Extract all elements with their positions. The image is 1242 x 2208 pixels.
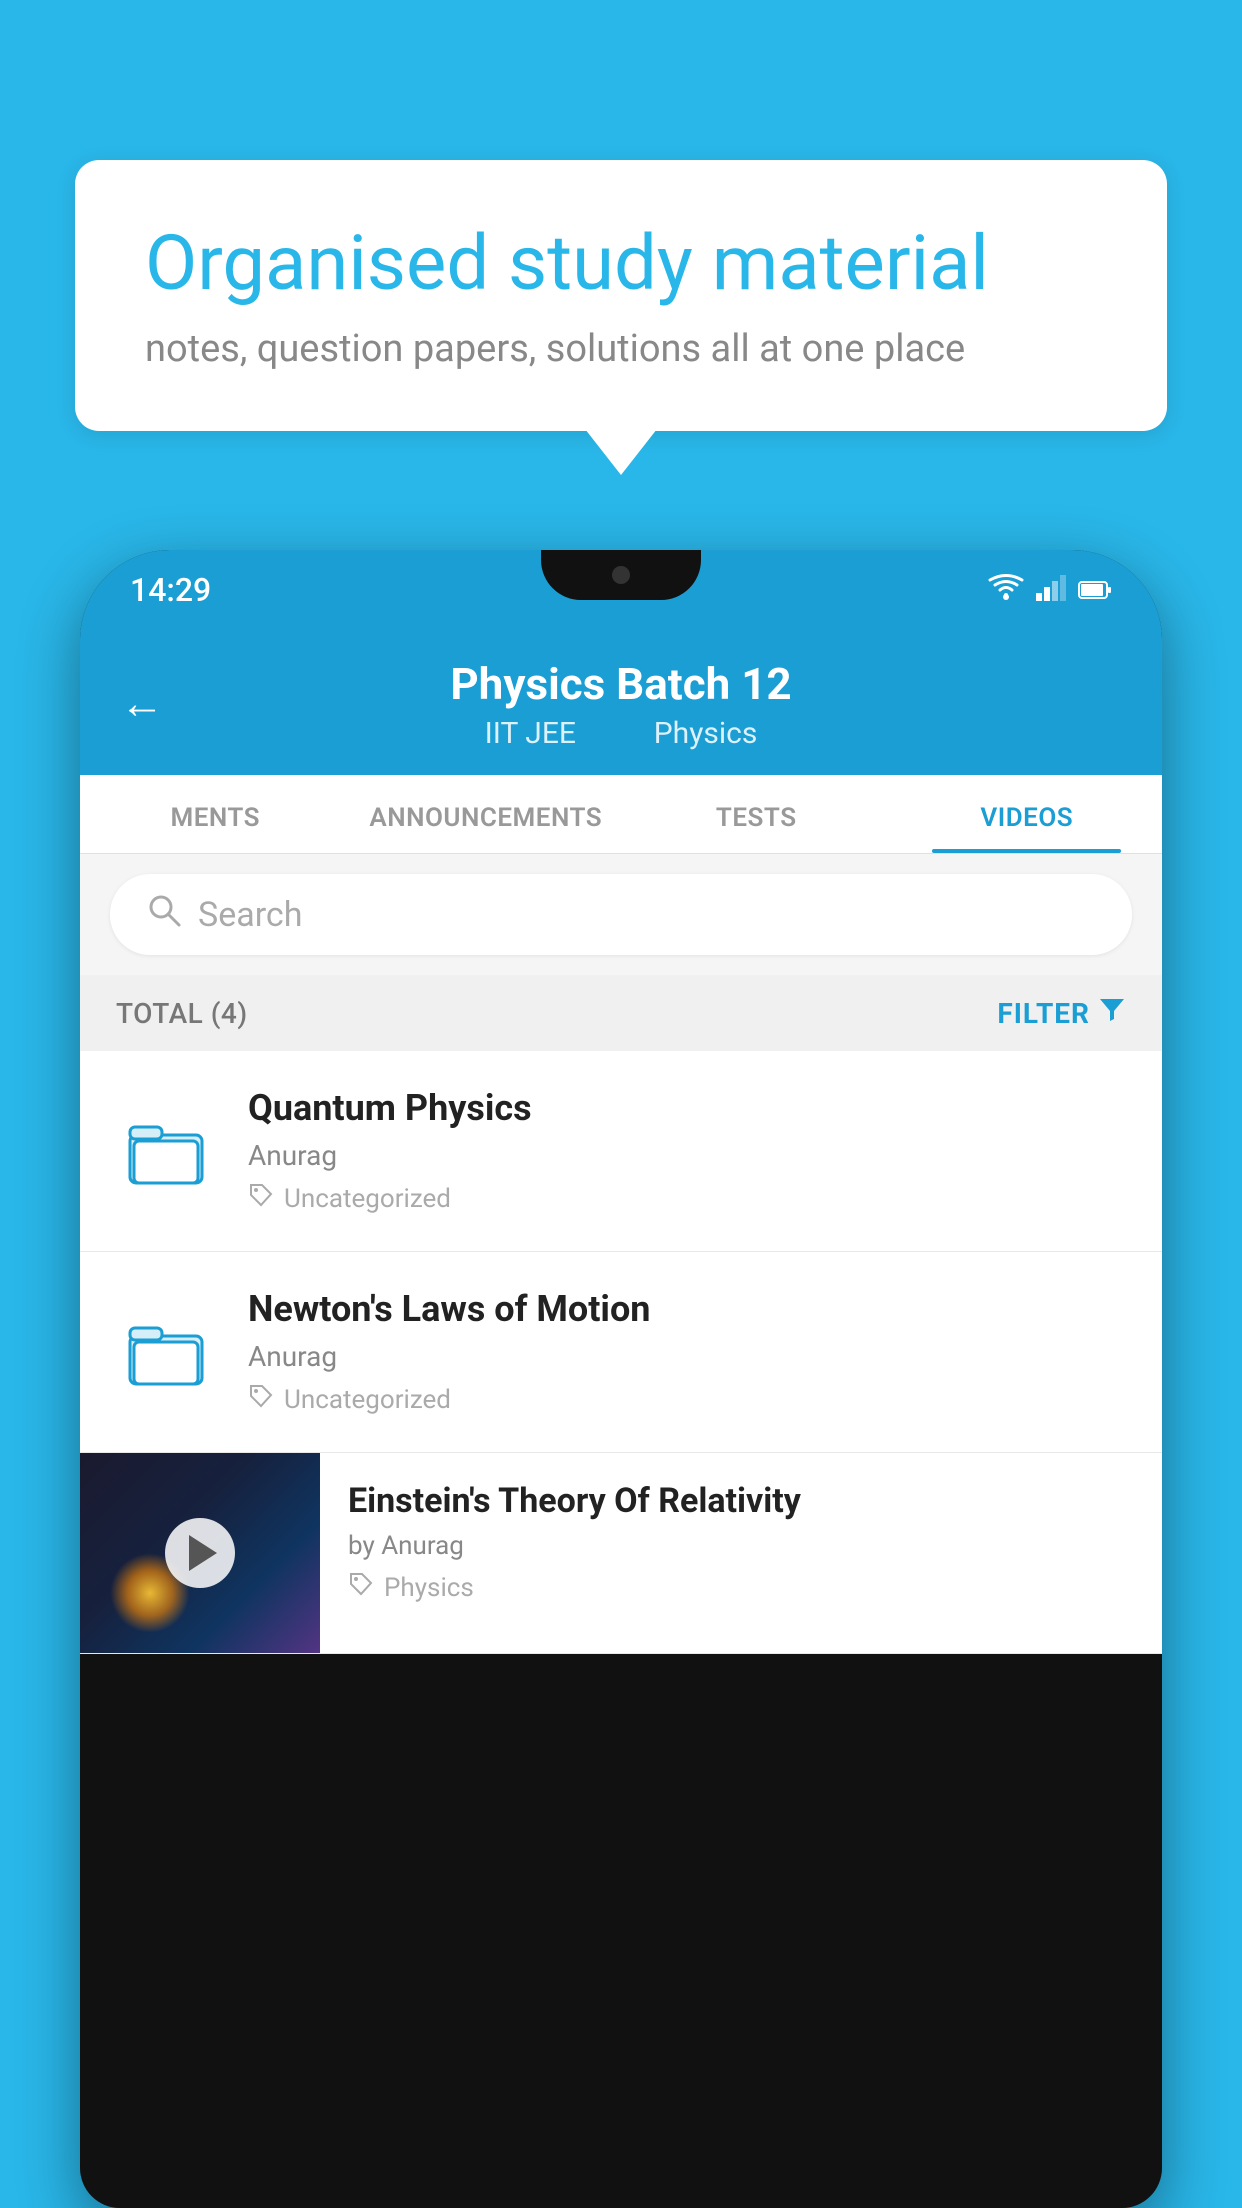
speech-bubble-wrapper: Organised study material notes, question… bbox=[75, 160, 1167, 431]
play-button-einstein[interactable] bbox=[165, 1518, 235, 1588]
item-title-quantum: Quantum Physics bbox=[248, 1087, 1126, 1129]
total-label: TOTAL (4) bbox=[116, 997, 248, 1030]
tab-ments[interactable]: MENTS bbox=[80, 775, 351, 853]
tabs-bar: MENTS ANNOUNCEMENTS TESTS VIDEOS bbox=[80, 775, 1162, 854]
item-info-quantum: Quantum Physics Anurag Uncategorized bbox=[248, 1087, 1126, 1215]
tag-icon-einstein bbox=[348, 1571, 374, 1604]
status-time: 14:29 bbox=[130, 571, 211, 609]
item-icon-newton bbox=[116, 1312, 216, 1392]
list-item-einstein[interactable]: Einstein's Theory Of Relativity by Anura… bbox=[80, 1453, 1162, 1654]
header-subtitle-separator bbox=[607, 716, 622, 751]
item-tag-newton: Uncategorized bbox=[248, 1383, 1126, 1416]
bubble-title: Organised study material bbox=[145, 220, 1097, 307]
tab-announcements[interactable]: ANNOUNCEMENTS bbox=[351, 775, 622, 853]
header-title: Physics Batch 12 bbox=[450, 658, 791, 710]
speech-bubble: Organised study material notes, question… bbox=[75, 160, 1167, 431]
notch bbox=[541, 550, 701, 600]
list-item[interactable]: Quantum Physics Anurag Uncategorized bbox=[80, 1051, 1162, 1252]
wifi-icon bbox=[988, 573, 1024, 608]
thumb-author-einstein: by Anurag bbox=[348, 1531, 1134, 1561]
search-bar-container: Search bbox=[80, 854, 1162, 975]
search-icon bbox=[146, 892, 182, 937]
tag-icon-newton bbox=[248, 1383, 274, 1416]
header-subtitle-iit: IIT JEE bbox=[485, 716, 576, 751]
app-header: ← Physics Batch 12 IIT JEE Physics bbox=[80, 630, 1162, 775]
item-icon-quantum bbox=[116, 1111, 216, 1191]
play-triangle-icon bbox=[189, 1535, 217, 1571]
thumb-title-einstein: Einstein's Theory Of Relativity bbox=[348, 1481, 1134, 1521]
status-icons bbox=[988, 573, 1112, 608]
header-subtitle-physics: Physics bbox=[654, 716, 758, 751]
thumb-tag-einstein: Physics bbox=[348, 1571, 1134, 1604]
filter-bar: TOTAL (4) FILTER bbox=[80, 975, 1162, 1051]
item-tag-quantum: Uncategorized bbox=[248, 1182, 1126, 1215]
item-tag-text-newton: Uncategorized bbox=[284, 1385, 451, 1415]
item-author-newton: Anurag bbox=[248, 1340, 1126, 1373]
phone-frame: 14:29 bbox=[80, 550, 1162, 2208]
filter-label: FILTER bbox=[997, 997, 1090, 1030]
header-subtitle: IIT JEE Physics bbox=[473, 716, 770, 751]
search-placeholder: Search bbox=[198, 895, 302, 935]
signal-icon bbox=[1036, 573, 1066, 608]
filter-funnel-icon bbox=[1098, 995, 1126, 1031]
content-area: Quantum Physics Anurag Uncategorized bbox=[80, 1051, 1162, 1654]
list-item-newton[interactable]: Newton's Laws of Motion Anurag Uncategor… bbox=[80, 1252, 1162, 1453]
item-title-newton: Newton's Laws of Motion bbox=[248, 1288, 1126, 1330]
folder-icon-quantum bbox=[126, 1111, 206, 1191]
back-arrow[interactable]: ← bbox=[120, 677, 164, 729]
filter-button[interactable]: FILTER bbox=[997, 995, 1126, 1031]
item-author-quantum: Anurag bbox=[248, 1139, 1126, 1172]
bubble-subtitle: notes, question papers, solutions all at… bbox=[145, 327, 1097, 371]
folder-icon-newton bbox=[126, 1312, 206, 1392]
tab-tests[interactable]: TESTS bbox=[621, 775, 892, 853]
search-bar[interactable]: Search bbox=[110, 874, 1132, 955]
thumb-image-einstein bbox=[80, 1453, 320, 1653]
item-tag-text-quantum: Uncategorized bbox=[284, 1184, 451, 1214]
item-info-newton: Newton's Laws of Motion Anurag Uncategor… bbox=[248, 1288, 1126, 1416]
tab-videos[interactable]: VIDEOS bbox=[892, 775, 1163, 853]
tag-icon-quantum bbox=[248, 1182, 274, 1215]
status-bar: 14:29 bbox=[80, 550, 1162, 630]
thumb-info-einstein: Einstein's Theory Of Relativity by Anura… bbox=[320, 1453, 1162, 1632]
thumb-tag-text-einstein: Physics bbox=[384, 1573, 474, 1603]
camera-dot bbox=[612, 566, 630, 584]
battery-icon bbox=[1078, 574, 1112, 607]
